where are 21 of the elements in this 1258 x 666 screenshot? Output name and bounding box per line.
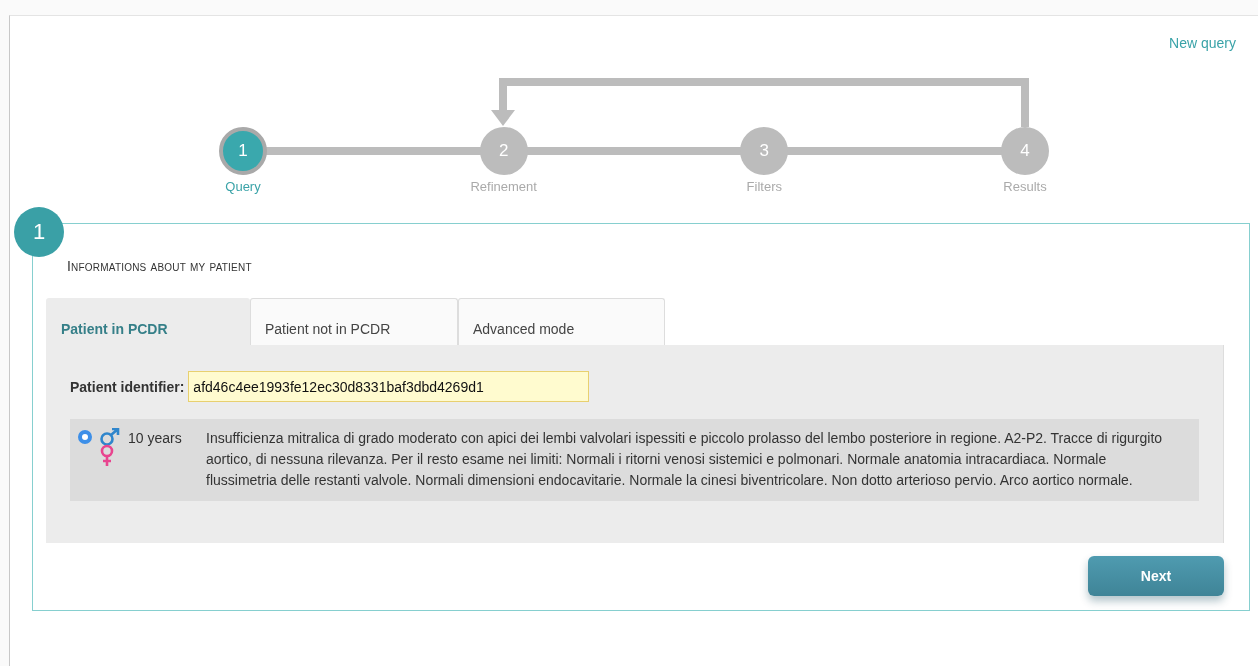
identifier-input-field[interactable]: afd46c4ee1993fe12ec30d8331baf3dbd4269d1 (188, 371, 590, 402)
step-label: Refinement (470, 179, 537, 194)
new-query-link[interactable]: New query (1169, 35, 1236, 51)
age-text: 10 years (127, 429, 183, 448)
tab[interactable]: Patient not in PCDR (250, 298, 458, 345)
step-circle[interactable]: 1 (219, 127, 267, 175)
description-text: Insufficienza mitralica di grado moderato con apici dei lembi valvolari ispessiti e piccolo prolasso del lembo posteriore in regione. A2-P2. Tracce di rigurgito aortico, di nessuna rilevanza. Per il resto esame nei limiti: Normali i ritorni venosi sistemici e polmonari. Normale anatomia intracardiaca. Normale flussimetria delle restanti valvole. Normali dimensioni endocavitarie. Normale la cinesi biventricolare. Non dotto arterioso pervio. Arco aortico normale. (206, 429, 1164, 490)
patient-result-row[interactable] (70, 419, 1199, 501)
identifier-label: Patient identifier: (70, 378, 185, 395)
next-button[interactable]: Next (1088, 556, 1224, 596)
radio-button[interactable] (78, 430, 92, 444)
section-title: Informations about my patient (67, 258, 253, 274)
step-label: Query (225, 179, 261, 194)
tab[interactable]: Advanced mode (458, 298, 665, 345)
section-number-badge: 1 (14, 207, 64, 257)
step-label: Results (1003, 179, 1047, 194)
tab[interactable]: Patient in PCDR (46, 298, 250, 345)
male-female-icon (98, 428, 122, 468)
step-circle[interactable]: 4 (1000, 127, 1049, 175)
step-circle[interactable]: 3 (740, 127, 789, 175)
step-label: Filters (746, 179, 782, 194)
